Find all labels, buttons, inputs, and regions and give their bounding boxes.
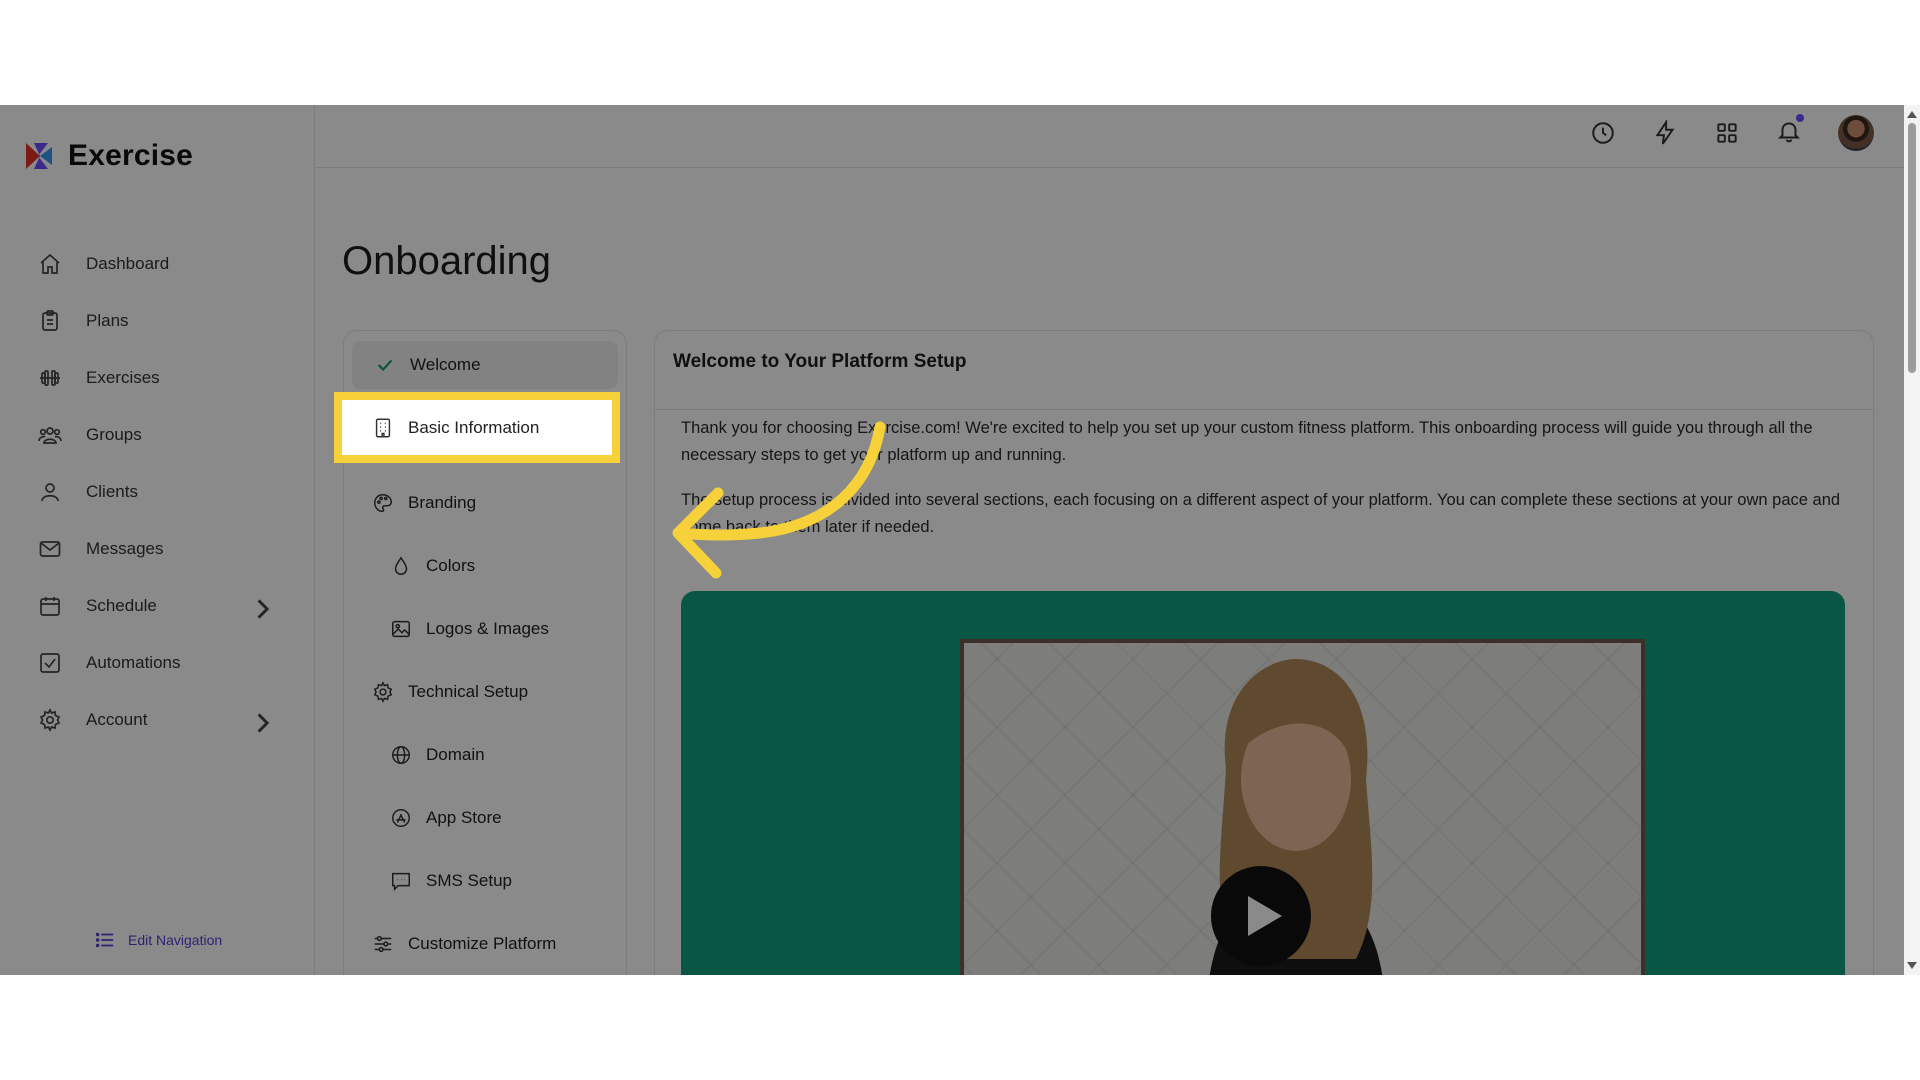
top-bar-actions <box>1590 113 1874 151</box>
sidebar-item-clients[interactable]: Clients <box>0 463 314 520</box>
app-store-icon <box>392 809 410 827</box>
lightning-icon[interactable] <box>1652 120 1678 146</box>
step-customize-platform[interactable]: Customize Platform <box>352 920 618 968</box>
step-label: Branding <box>408 493 477 512</box>
page-title: Onboarding <box>342 239 552 283</box>
sidebar-item-account[interactable]: Account <box>0 691 314 748</box>
step-logos-images[interactable]: Logos & Images <box>352 605 618 653</box>
content-card: Welcome to Your Platform Setup Thank you… <box>654 330 1874 975</box>
grid-icon[interactable] <box>1714 120 1740 146</box>
chevron-right-icon[interactable] <box>250 597 274 621</box>
step-basic-information[interactable]: Basic Information <box>334 392 620 463</box>
sidebar: Exercise Dashboard Plans Exercises Group… <box>0 105 315 975</box>
sidebar-item-label: Clients <box>86 481 138 501</box>
app-name: Exercise <box>68 139 194 172</box>
page-scrollbar[interactable] <box>1904 105 1920 975</box>
step-label: Welcome <box>410 355 481 374</box>
sidebar-item-groups[interactable]: Groups <box>0 406 314 463</box>
list-icon <box>95 932 114 948</box>
step-label: SMS Setup <box>426 871 512 890</box>
droplet-icon <box>394 556 408 575</box>
step-app-store[interactable]: App Store <box>352 794 618 842</box>
globe-icon <box>392 746 410 764</box>
notification-badge <box>1796 113 1804 122</box>
step-label: Technical Setup <box>408 682 529 701</box>
step-colors[interactable]: Colors <box>352 542 618 590</box>
sidebar-item-label: Plans <box>86 310 129 330</box>
card-title: Welcome to Your Platform Setup <box>673 351 967 372</box>
home-icon <box>40 253 60 274</box>
step-technical-setup[interactable]: Technical Setup <box>352 668 618 716</box>
welcome-video[interactable] <box>681 591 1845 975</box>
scroll-up-arrow[interactable] <box>1907 111 1917 118</box>
top-bar <box>315 105 1920 168</box>
sidebar-item-label: Messages <box>86 538 164 558</box>
step-sms-setup[interactable]: SMS Setup <box>352 857 618 905</box>
clipboard-icon <box>42 309 58 331</box>
scroll-down-arrow[interactable] <box>1907 962 1917 969</box>
logo[interactable]: Exercise <box>22 139 193 173</box>
mail-icon <box>39 540 61 557</box>
checkbox-icon <box>40 652 60 673</box>
step-label: Colors <box>426 556 476 575</box>
sidebar-item-label: Schedule <box>86 595 157 615</box>
intro-paragraph: Thank you for choosing Exercise.com! We'… <box>681 419 1813 464</box>
check-icon <box>377 359 393 372</box>
step-branding[interactable]: Branding <box>352 479 618 527</box>
sidebar-item-label: Dashboard <box>86 253 170 273</box>
sidebar-nav: Dashboard Plans Exercises Groups Clients… <box>0 235 314 748</box>
calendar-icon <box>40 596 60 616</box>
app-window: Exercise Dashboard Plans Exercises Group… <box>0 105 1920 975</box>
palette-icon <box>374 494 392 512</box>
history-icon[interactable] <box>1590 120 1616 146</box>
sidebar-item-automations[interactable]: Automations <box>0 634 314 691</box>
scroll-thumb[interactable] <box>1908 123 1916 373</box>
step-label: Basic Information <box>408 417 540 437</box>
users-icon <box>38 426 62 444</box>
play-button[interactable] <box>1211 866 1311 966</box>
sidebar-item-label: Automations <box>86 652 181 672</box>
sidebar-item-label: Groups <box>86 424 142 444</box>
sliders-icon <box>374 935 392 953</box>
edit-navigation-link[interactable]: Edit Navigation <box>94 929 222 951</box>
building-icon <box>375 418 391 437</box>
step-label: App Store <box>426 808 502 827</box>
step-label: Domain <box>426 745 485 764</box>
sidebar-item-label: Account <box>86 709 148 729</box>
divider <box>655 409 1873 410</box>
step-welcome[interactable]: Welcome <box>352 341 618 389</box>
gear-icon <box>373 681 393 703</box>
sidebar-item-messages[interactable]: Messages <box>0 520 314 577</box>
dumbbell-icon <box>40 369 60 386</box>
step-label: Customize Platform <box>408 934 557 953</box>
step-label: Logos & Images <box>426 619 549 638</box>
setup-paragraph: The setup process is divided into severa… <box>681 491 1841 536</box>
edit-navigation-label: Edit Navigation <box>128 932 223 948</box>
sidebar-item-dashboard[interactable]: Dashboard <box>0 235 314 292</box>
play-icon <box>1248 896 1282 936</box>
step-domain[interactable]: Domain <box>352 731 618 779</box>
sidebar-item-schedule[interactable]: Schedule <box>0 577 314 634</box>
sidebar-item-exercises[interactable]: Exercises <box>0 349 314 406</box>
sidebar-item-label: Exercises <box>86 367 160 387</box>
logo-icon <box>26 143 52 169</box>
user-avatar[interactable] <box>1838 115 1874 151</box>
image-icon <box>392 620 410 638</box>
message-icon <box>392 872 410 892</box>
user-icon <box>41 482 59 501</box>
sidebar-item-plans[interactable]: Plans <box>0 292 314 349</box>
gear-icon <box>39 707 61 732</box>
chevron-right-icon[interactable] <box>250 711 274 735</box>
notifications[interactable] <box>1776 113 1804 149</box>
